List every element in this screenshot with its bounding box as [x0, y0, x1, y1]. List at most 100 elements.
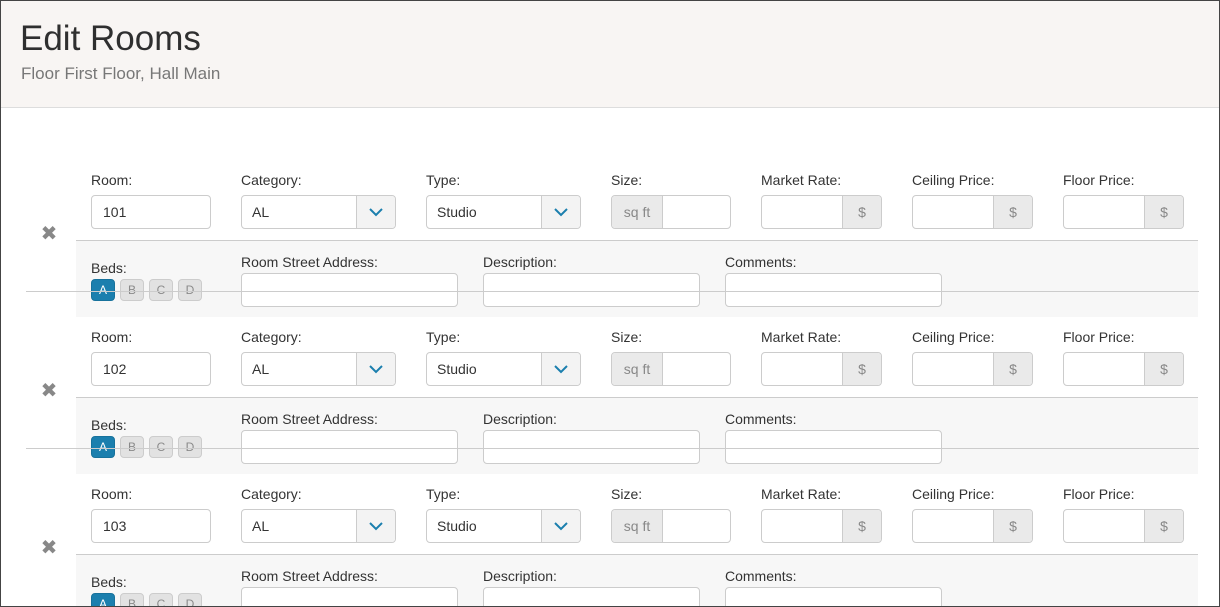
room-label: Room:	[91, 329, 133, 345]
street-address-label: Room Street Address:	[241, 254, 378, 270]
bed-toggle-a[interactable]: A	[91, 593, 115, 606]
close-icon: ✖	[40, 537, 58, 559]
category-label: Category:	[241, 486, 302, 502]
size-unit-addon: sq ft	[612, 196, 663, 228]
type-select[interactable]: Studio	[426, 195, 581, 229]
category-value: AL	[252, 518, 270, 534]
category-label: Category:	[241, 329, 302, 345]
currency-addon: $	[1144, 510, 1183, 542]
chevron-down-icon	[356, 353, 395, 385]
floor-price-label: Floor Price:	[1063, 172, 1135, 188]
floor-price-input-group: $	[1063, 509, 1184, 543]
room-number-input[interactable]	[91, 352, 211, 386]
close-icon: ✖	[40, 380, 58, 402]
market-rate-label: Market Rate:	[761, 329, 842, 345]
category-select[interactable]: AL	[241, 195, 396, 229]
currency-addon: $	[1144, 353, 1183, 385]
floor-price-input-group: $	[1063, 352, 1184, 386]
room-details-row: Beds: ABCD Room Street Address: Descript…	[76, 554, 1198, 606]
room-row: ✖ Room: Category: AL Type: Studio Size: …	[1, 134, 1219, 317]
room-label: Room:	[91, 172, 133, 188]
street-address-label: Room Street Address:	[241, 411, 378, 427]
floor-price-input-group: $	[1063, 195, 1184, 229]
chevron-down-icon	[356, 510, 395, 542]
room-row: ✖ Room: Category: AL Type: Studio Size: …	[1, 448, 1219, 606]
market-rate-input-group: $	[761, 195, 882, 229]
ceiling-price-input-group: $	[912, 352, 1033, 386]
currency-addon: $	[993, 510, 1032, 542]
size-label: Size:	[611, 486, 643, 502]
type-value: Studio	[437, 361, 477, 377]
currency-addon: $	[993, 353, 1032, 385]
delete-room-button[interactable]: ✖	[39, 224, 59, 244]
type-select[interactable]: Studio	[426, 509, 581, 543]
floor-price-label: Floor Price:	[1063, 329, 1135, 345]
close-icon: ✖	[40, 223, 58, 245]
size-input-group: sq ft	[611, 195, 731, 229]
size-unit-addon: sq ft	[612, 353, 663, 385]
currency-addon: $	[842, 196, 881, 228]
size-input[interactable]	[663, 196, 730, 228]
description-input[interactable]	[483, 587, 700, 606]
currency-addon: $	[842, 353, 881, 385]
ceiling-price-label: Ceiling Price:	[912, 329, 995, 345]
chevron-down-icon	[541, 353, 580, 385]
chevron-down-icon	[356, 196, 395, 228]
comments-label: Comments:	[725, 411, 797, 427]
page-title: Edit Rooms	[20, 19, 201, 58]
ceiling-price-label: Ceiling Price:	[912, 172, 995, 188]
street-address-input[interactable]	[241, 587, 458, 606]
category-select[interactable]: AL	[241, 352, 396, 386]
page-subtitle: Floor First Floor, Hall Main	[21, 64, 221, 83]
market-rate-label: Market Rate:	[761, 172, 842, 188]
currency-addon: $	[1144, 196, 1183, 228]
page-header: Edit Rooms Floor First Floor, Hall Main	[1, 1, 1219, 108]
size-input-group: sq ft	[611, 352, 731, 386]
chevron-down-icon	[541, 196, 580, 228]
description-label: Description:	[483, 568, 557, 584]
room-number-input[interactable]	[91, 509, 211, 543]
size-label: Size:	[611, 172, 643, 188]
category-value: AL	[252, 361, 270, 377]
market-rate-label: Market Rate:	[761, 486, 842, 502]
row-divider	[26, 448, 1199, 449]
market-rate-input-group: $	[761, 509, 882, 543]
category-value: AL	[252, 204, 270, 220]
floor-price-label: Floor Price:	[1063, 486, 1135, 502]
bed-toggle-d[interactable]: D	[178, 593, 202, 606]
chevron-down-icon	[541, 510, 580, 542]
delete-room-button[interactable]: ✖	[39, 381, 59, 401]
size-label: Size:	[611, 329, 643, 345]
room-label: Room:	[91, 486, 133, 502]
room-number-input[interactable]	[91, 195, 211, 229]
bed-toggle-c[interactable]: C	[149, 593, 173, 606]
bed-toggle-b[interactable]: B	[120, 593, 144, 606]
beds-label: Beds:	[91, 574, 127, 590]
type-label: Type:	[426, 329, 461, 345]
category-select[interactable]: AL	[241, 509, 396, 543]
type-label: Type:	[426, 172, 461, 188]
street-address-label: Room Street Address:	[241, 568, 378, 584]
room-row: ✖ Room: Category: AL Type: Studio Size: …	[1, 291, 1219, 474]
market-rate-input-group: $	[761, 352, 882, 386]
type-label: Type:	[426, 486, 461, 502]
ceiling-price-input-group: $	[912, 509, 1033, 543]
description-label: Description:	[483, 254, 557, 270]
comments-input[interactable]	[725, 587, 942, 606]
beds-label: Beds:	[91, 417, 127, 433]
size-input-group: sq ft	[611, 509, 731, 543]
size-input[interactable]	[663, 353, 730, 385]
beds-label: Beds:	[91, 260, 127, 276]
type-value: Studio	[437, 204, 477, 220]
ceiling-price-label: Ceiling Price:	[912, 486, 995, 502]
type-value: Studio	[437, 518, 477, 534]
description-label: Description:	[483, 411, 557, 427]
delete-room-button[interactable]: ✖	[39, 538, 59, 558]
row-divider	[26, 291, 1199, 292]
size-input[interactable]	[663, 510, 730, 542]
type-select[interactable]: Studio	[426, 352, 581, 386]
currency-addon: $	[842, 510, 881, 542]
comments-label: Comments:	[725, 254, 797, 270]
comments-label: Comments:	[725, 568, 797, 584]
ceiling-price-input-group: $	[912, 195, 1033, 229]
